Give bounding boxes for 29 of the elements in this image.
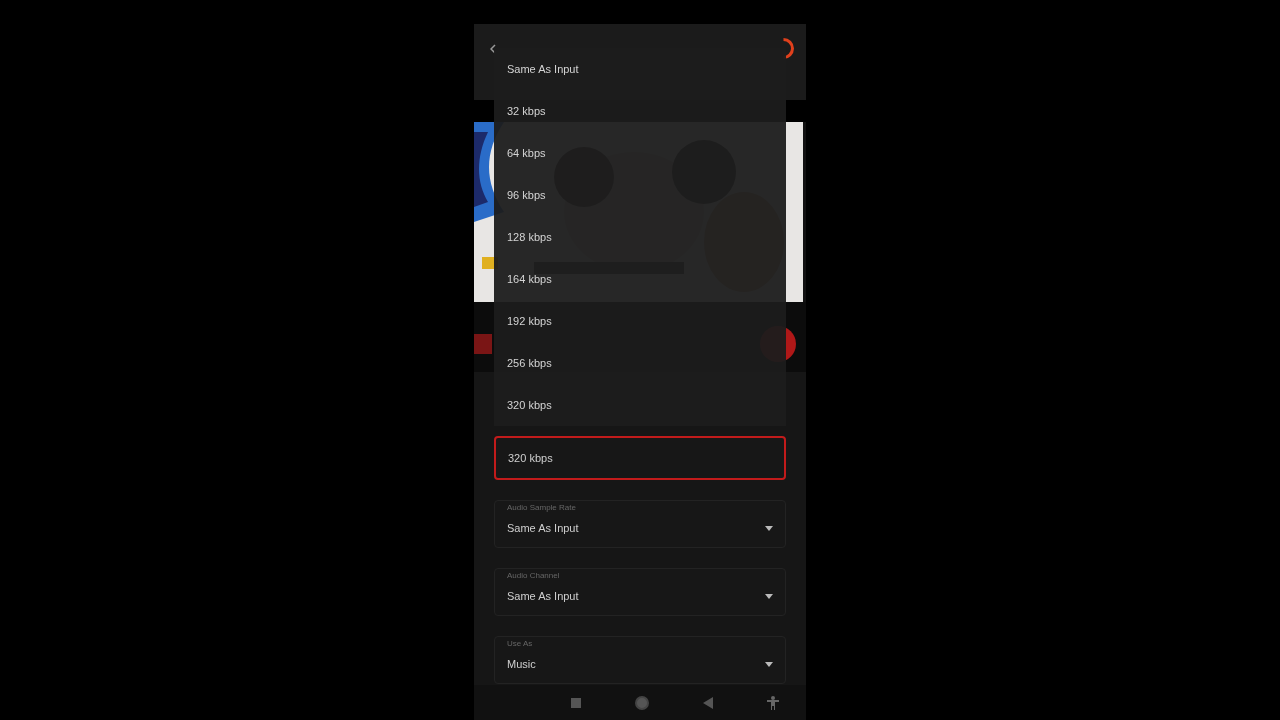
dropdown-field[interactable]: Use As Music: [494, 636, 786, 684]
dropdown-field[interactable]: Audio Channel Same As Input: [494, 568, 786, 616]
accessibility-icon[interactable]: [767, 695, 779, 710]
field-label: Audio Channel: [507, 571, 560, 580]
field-label: Use As: [507, 639, 533, 648]
input-field[interactable]: 320 kbps: [494, 436, 786, 480]
field-value: 320 kbps: [508, 452, 553, 464]
caret-icon: [765, 525, 773, 531]
field-label: Audio Sample Rate: [507, 503, 576, 512]
spinner-icon: [782, 38, 794, 59]
menu-option[interactable]: 164 kbps: [494, 258, 786, 300]
menu-option[interactable]: 32 kbps: [494, 90, 786, 132]
home-icon[interactable]: [635, 695, 649, 710]
menu-option[interactable]: 256 kbps: [494, 342, 786, 384]
menu-option[interactable]: 128 kbps: [494, 216, 786, 258]
field-value: Music: [507, 658, 536, 670]
field-value: Same As Input: [507, 590, 579, 602]
menu-option[interactable]: 64 kbps: [494, 132, 786, 174]
menu-option[interactable]: 192 kbps: [494, 300, 786, 342]
menu-option[interactable]: 96 kbps: [494, 174, 786, 216]
dropdown-field[interactable]: Audio Sample Rate Same As Input: [494, 500, 786, 548]
back-icon[interactable]: [703, 696, 713, 709]
menu-option[interactable]: 320 kbps: [494, 384, 786, 426]
caret-icon: [765, 593, 773, 599]
field-value: Same As Input: [507, 522, 579, 534]
caret-icon: [765, 661, 773, 667]
back-icon[interactable]: [490, 44, 496, 54]
square-icon[interactable]: [571, 697, 581, 708]
tab-marker[interactable]: [474, 334, 492, 354]
